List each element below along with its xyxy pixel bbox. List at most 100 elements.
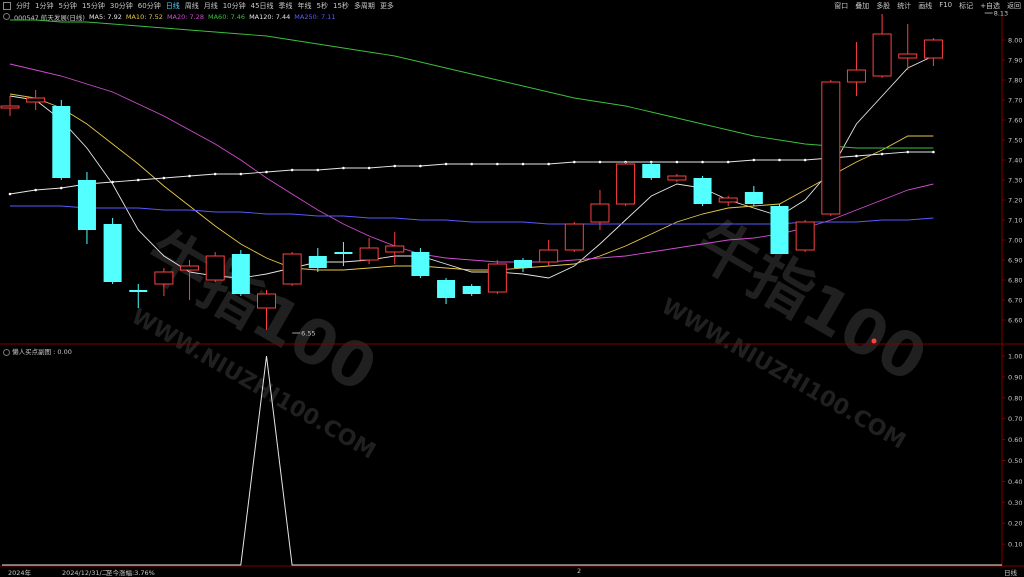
ma120-point-9 (239, 172, 243, 176)
candle-body-21 (539, 249, 559, 263)
ma-line-MA60 (10, 19, 934, 149)
annotation-label-0: 8.13 (994, 10, 1008, 18)
ma120-point-27 (701, 160, 704, 164)
candle-body-8 (205, 255, 225, 281)
candle-body-25 (642, 164, 661, 178)
annotation-label-1: 6.55 (301, 330, 315, 338)
ma120-point-31 (803, 158, 807, 162)
y-tick-label-8: 7.20 (1008, 197, 1022, 205)
ma120-point-18 (470, 162, 474, 166)
candle-body-23 (590, 203, 610, 223)
y-tick-label-7: 7.30 (1008, 177, 1022, 185)
ma120-point-26 (675, 160, 679, 164)
candle-body-26 (667, 175, 687, 181)
candle-body-18 (462, 286, 481, 294)
ma120-point-19 (496, 162, 499, 166)
signal-marker (871, 338, 877, 344)
candle-body-10 (257, 293, 276, 309)
ma120-point-33 (855, 154, 858, 158)
sub-y-tick-label-3: 0.70 (1008, 415, 1022, 423)
candle-body-4 (103, 224, 122, 282)
candle-body-2 (52, 106, 71, 178)
sub-y-tick-label-5: 0.50 (1008, 457, 1022, 465)
ma-line-MA5 (9, 55, 934, 279)
ma120-point-28 (726, 160, 730, 164)
ma120-point-1 (34, 188, 37, 192)
candle-body-0 (0, 105, 20, 109)
ma120-point-34 (880, 152, 884, 156)
kline-chart[interactable]: 牛指100WWW.NIUZHI100.COM 牛指100WWW.NIUZHI100… (0, 0, 1024, 576)
candle-body-22 (564, 223, 584, 251)
ma-line-MA250 (10, 205, 934, 225)
candle-body-36 (923, 39, 943, 59)
ma120-point-5 (136, 178, 140, 182)
y-tick-label-1: 7.90 (1008, 57, 1022, 65)
ma120-point-35 (906, 150, 910, 154)
candle-body-15 (385, 245, 405, 253)
sub-y-tick-label-2: 0.80 (1008, 394, 1022, 402)
ma120-point-0 (8, 192, 12, 196)
candle-body-24 (616, 163, 636, 205)
y-tick-label-5: 7.50 (1008, 137, 1022, 145)
ma120-point-30 (778, 158, 781, 162)
ma120-point-22 (573, 160, 576, 164)
ma120-point-8 (213, 172, 217, 176)
ma120-point-4 (111, 180, 114, 184)
y-tick-label-13: 6.70 (1008, 297, 1022, 305)
candle-body-12 (308, 256, 327, 268)
sub-y-tick-label-9: 0.10 (1008, 541, 1022, 549)
candle-body-33 (846, 69, 866, 83)
ma120-point-23 (598, 160, 602, 164)
y-tick-label-14: 6.60 (1008, 317, 1022, 325)
ma120-point-21 (547, 162, 550, 166)
ma120-point-10 (265, 170, 268, 174)
candle-body-11 (282, 253, 302, 285)
candle-body-30 (770, 206, 789, 254)
ma-line-MA10 (9, 93, 934, 271)
y-tick-label-3: 7.70 (1008, 97, 1022, 105)
ma120-point-6 (162, 176, 166, 180)
candle-body-27 (693, 178, 712, 204)
ma120-point-2 (60, 186, 63, 190)
ma120-point-29 (752, 158, 756, 162)
candle-body-14 (359, 247, 379, 261)
sub-y-tick-label-1: 0.90 (1008, 373, 1022, 381)
candle-body-9 (231, 254, 250, 294)
y-tick-label-0: 8.00 (1008, 37, 1022, 45)
ma120-point-17 (444, 162, 448, 166)
y-tick-label-9: 7.10 (1008, 217, 1022, 225)
page-label: 2 (577, 567, 582, 575)
ma120-point-7 (188, 174, 191, 178)
sub-y-tick-label-0: 1.00 (1008, 353, 1022, 361)
ma120-point-11 (290, 168, 294, 172)
candle-body-16 (411, 252, 430, 276)
indicator-line-0 (2, 355, 1002, 566)
candle-body-13 (334, 252, 353, 254)
y-tick-label-2: 7.80 (1008, 77, 1022, 85)
ma120-point-20 (521, 162, 525, 166)
sub-y-tick-label-4: 0.60 (1008, 436, 1022, 444)
candle-body-3 (77, 180, 96, 230)
candle-body-28 (718, 197, 738, 203)
candle-body-34 (872, 33, 892, 77)
sub-y-tick-label-6: 0.40 (1008, 478, 1022, 486)
ma120-point-12 (316, 168, 320, 172)
candle-body-5 (129, 290, 148, 292)
candle-body-7 (180, 265, 200, 271)
ma120-point-15 (393, 164, 397, 168)
candle-body-29 (744, 192, 763, 204)
y-tick-label-10: 7.00 (1008, 237, 1022, 245)
ma120-point-16 (419, 164, 422, 168)
sub-y-tick-label-7: 0.30 (1008, 499, 1022, 507)
bottom-bar: 2024年 2024/12/31/二 至今涨幅:3.76% 2 日线 (0, 566, 1024, 577)
candle-body-35 (898, 53, 918, 59)
candle-body-6 (154, 271, 174, 285)
y-tick-label-12: 6.80 (1008, 277, 1022, 285)
sub-y-tick-label-8: 0.20 (1008, 520, 1022, 528)
candle-body-19 (487, 263, 507, 293)
ma120-point-36 (932, 150, 935, 154)
y-tick-label-6: 7.40 (1008, 157, 1022, 165)
candle-body-1 (26, 97, 46, 103)
candle-body-32 (821, 81, 841, 215)
ma120-point-14 (367, 166, 371, 170)
